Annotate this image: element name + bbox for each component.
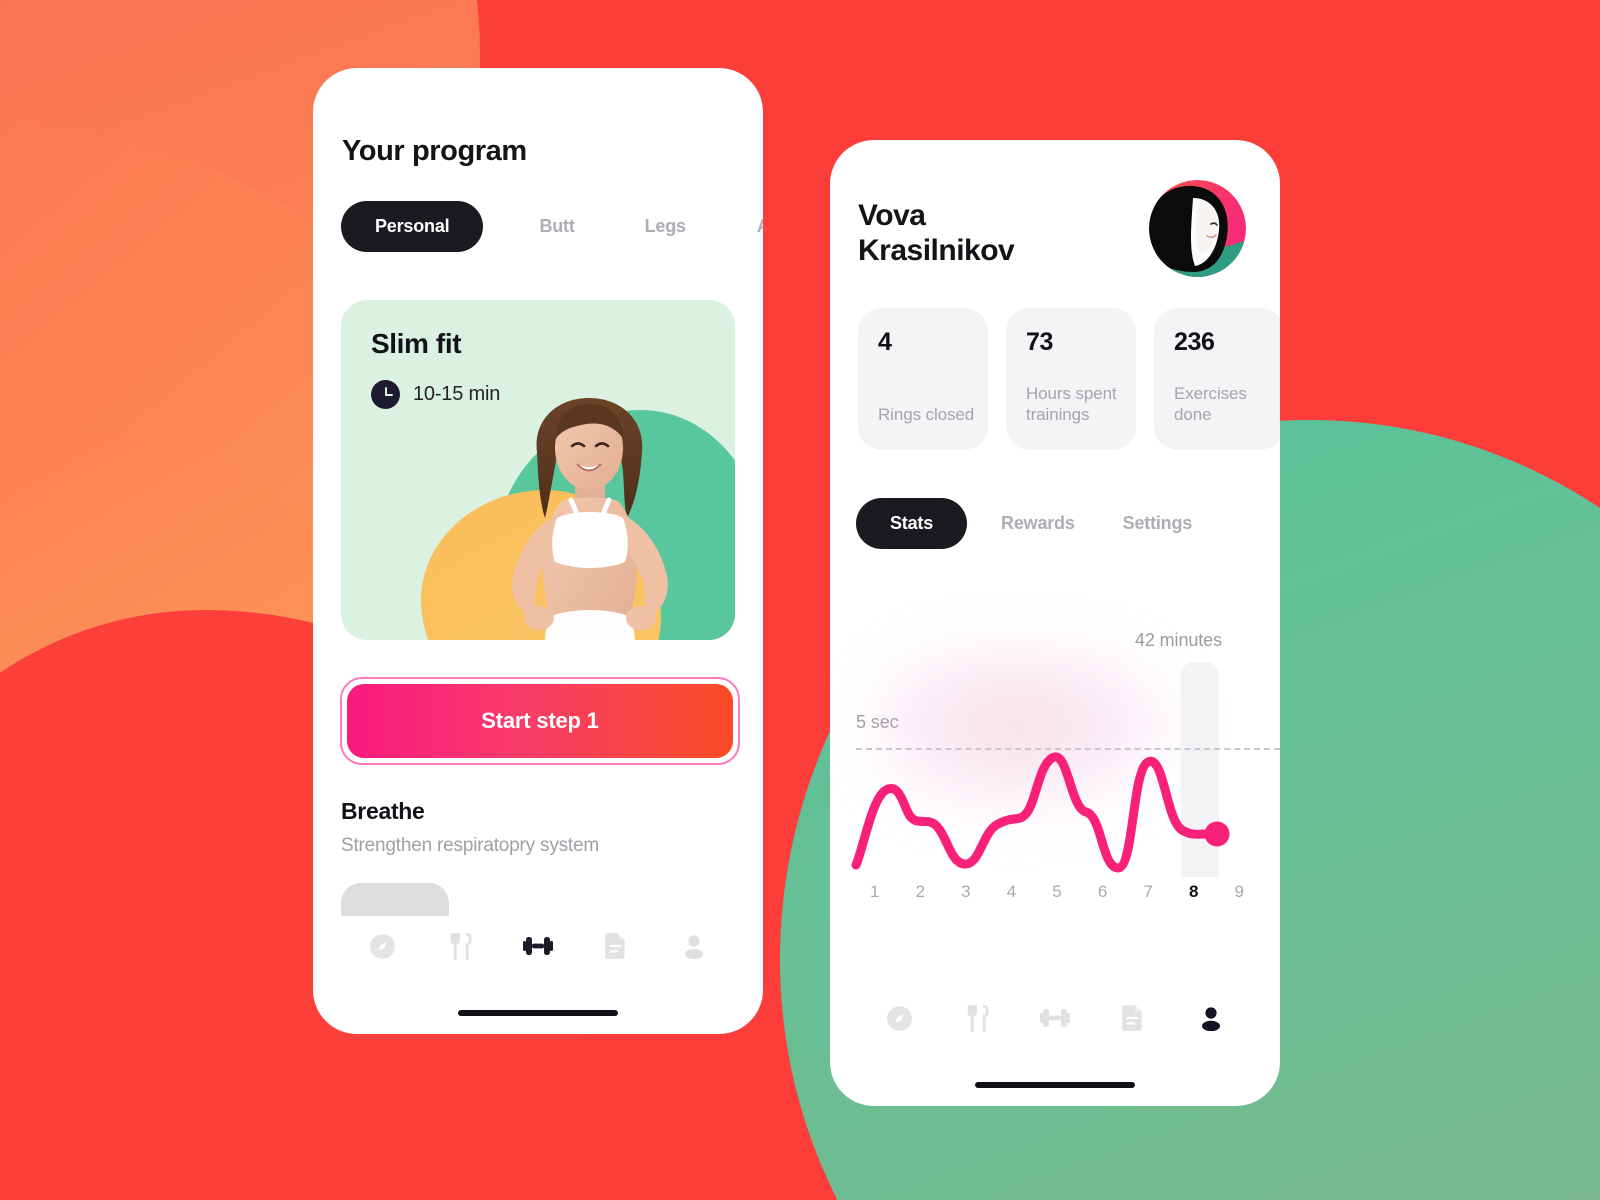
clock-icon	[371, 380, 400, 409]
x-tick: 4	[1006, 882, 1017, 901]
phone-program-screen: Your program Personal Butt Legs ABS	[313, 68, 763, 1034]
home-indicator	[975, 1082, 1135, 1088]
stat-value: 4	[878, 328, 892, 356]
tab-stats[interactable]: Stats	[856, 498, 968, 549]
x-tick: 9	[1234, 882, 1245, 901]
stat-label: Hours spent trainings	[1026, 383, 1117, 425]
stat-value: 236	[1174, 328, 1215, 356]
user-avatar[interactable]	[1149, 180, 1246, 277]
program-card-meta: 10-15 min	[371, 380, 500, 409]
compass-icon	[886, 1005, 912, 1031]
tab-abs[interactable]: ABS	[757, 201, 763, 252]
background	[0, 0, 1600, 1200]
stat-card[interactable]: 236 Exercises done	[1154, 308, 1280, 450]
stat-value: 73	[1026, 328, 1054, 356]
avatar-illustration	[1149, 180, 1246, 277]
chart-selected-point	[1204, 821, 1230, 847]
document-icon	[1122, 1005, 1142, 1031]
x-tick: 5	[1052, 882, 1062, 901]
tab-butt[interactable]: Butt	[539, 201, 574, 252]
x-tick: 2	[915, 882, 926, 901]
cutlery-icon	[967, 1004, 989, 1032]
dumbbell-icon	[523, 937, 553, 955]
nav-dumbbell-icon[interactable]	[518, 926, 558, 966]
dumbbell-icon	[1040, 1009, 1070, 1027]
stat-label: Exercises done	[1174, 383, 1247, 425]
chart-x-axis: 1 2 3 4 5 6 7 8 9	[852, 882, 1262, 902]
user-name: Vova Krasilnikov	[858, 199, 1015, 268]
bottom-navigation	[830, 988, 1280, 1048]
activity-chart[interactable]: 42 minutes 5 sec 1 2 3 4 5 6 7 8 9	[830, 630, 1280, 920]
home-indicator	[458, 1010, 618, 1016]
section-subtitle: Strengthen respiratopry system	[341, 835, 600, 856]
nav-cutlery-icon[interactable]	[957, 998, 997, 1038]
program-duration: 10-15 min	[413, 383, 501, 405]
x-tick: 1	[870, 882, 880, 901]
nav-person-icon[interactable]	[1191, 998, 1231, 1038]
stat-card[interactable]: 4 Rings closed	[858, 308, 988, 450]
person-icon	[1202, 1007, 1220, 1031]
phone-profile-screen: Vova Krasilnikov 4 Rings closed 73 Hours…	[830, 140, 1280, 1106]
start-step-button[interactable]: Start step 1	[347, 684, 733, 758]
nav-document-icon[interactable]	[1113, 998, 1153, 1038]
profile-tabs: Stats Rewards Settings	[856, 498, 1192, 549]
section-title: Breathe	[341, 798, 425, 824]
tab-legs[interactable]: Legs	[645, 201, 686, 252]
x-tick: 7	[1143, 882, 1153, 901]
program-card[interactable]: Slim fit 10-15 min	[341, 300, 735, 640]
tab-rewards[interactable]: Rewards	[1001, 498, 1075, 549]
fitness-model-illustration	[512, 398, 668, 640]
stat-label: Rings closed	[878, 405, 975, 425]
tab-settings[interactable]: Settings	[1123, 498, 1193, 549]
start-step-button-wrapper: Start step 1	[340, 677, 740, 765]
compass-icon	[369, 933, 395, 959]
tab-personal[interactable]: Personal	[341, 201, 484, 252]
nav-compass-icon[interactable]	[879, 998, 919, 1038]
cutlery-icon	[450, 932, 472, 960]
x-tick-active: 8	[1188, 882, 1199, 901]
person-icon	[685, 935, 703, 959]
program-card-title: Slim fit	[371, 328, 462, 359]
stats-cards: 4 Rings closed 73 Hours spent trainings …	[858, 308, 1280, 450]
bottom-navigation	[313, 916, 763, 976]
document-icon	[605, 933, 625, 959]
nav-cutlery-icon[interactable]	[440, 926, 480, 966]
page-title: Your program	[342, 135, 527, 167]
x-tick: 3	[961, 882, 971, 901]
x-tick: 6	[1097, 882, 1108, 901]
nav-document-icon[interactable]	[596, 926, 636, 966]
nav-dumbbell-icon[interactable]	[1035, 998, 1075, 1038]
program-tabs: Personal Butt Legs ABS	[341, 201, 763, 252]
stat-card[interactable]: 73 Hours spent trainings	[1006, 308, 1136, 450]
chart-line-svg	[851, 752, 1230, 873]
nav-person-icon[interactable]	[674, 926, 714, 966]
nav-compass-icon[interactable]	[362, 926, 402, 966]
